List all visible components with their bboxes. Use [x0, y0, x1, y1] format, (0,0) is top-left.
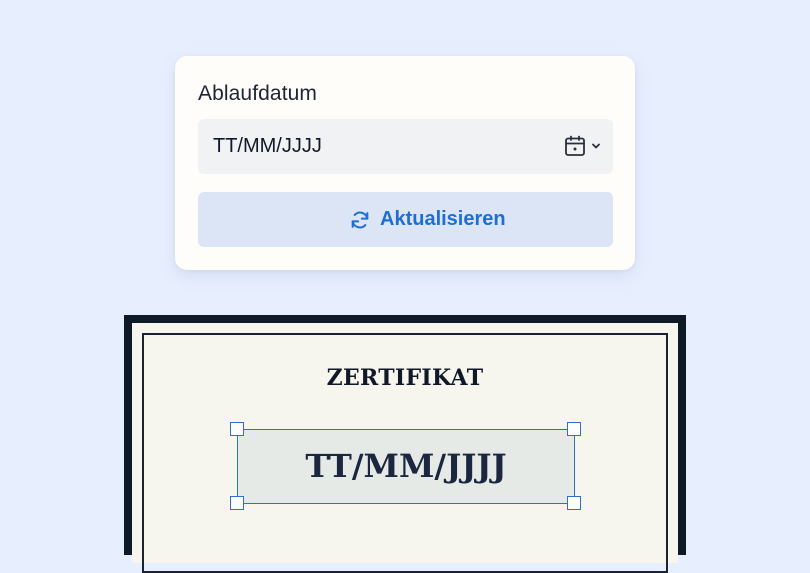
- refresh-button-label: Aktualisieren: [380, 208, 506, 230]
- resize-handle-top-right[interactable]: [567, 422, 581, 436]
- chevron-down-icon[interactable]: [591, 142, 601, 150]
- certificate-title: ZERTIFIKAT: [326, 365, 484, 391]
- resize-handle-bottom-left[interactable]: [230, 496, 244, 510]
- expiry-date-input[interactable]: TT/MM/JJJJ: [198, 119, 613, 174]
- expiry-date-label: Ablaufdatum: [198, 82, 318, 105]
- resize-handle-bottom-right[interactable]: [567, 496, 581, 510]
- calendar-icon[interactable]: [564, 135, 586, 157]
- expiry-date-value: TT/MM/JJJJ: [213, 135, 322, 157]
- expiry-date-card: Ablaufdatum TT/MM/JJJJ Aktualisieren: [175, 56, 635, 270]
- refresh-icon: [351, 211, 369, 229]
- refresh-button[interactable]: Aktualisieren: [198, 192, 613, 247]
- resize-handle-top-left[interactable]: [230, 422, 244, 436]
- certificate-date-field[interactable]: TT/MM/JJJJ: [237, 429, 575, 504]
- certificate-date-text: TT/MM/JJJJ: [305, 447, 507, 485]
